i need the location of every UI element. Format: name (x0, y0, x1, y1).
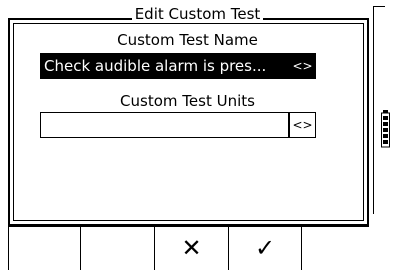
dialog-title: Edit Custom Test (0, 5, 395, 23)
custom-test-name-label: Custom Test Name (117, 31, 258, 49)
custom-test-units-field[interactable] (40, 112, 289, 138)
custom-test-name-nav-button[interactable]: <> (289, 53, 316, 79)
cancel-button[interactable]: ✕ (154, 226, 228, 270)
softkey-2[interactable] (80, 226, 154, 270)
battery-icon (381, 110, 390, 148)
dialog-title-text: Edit Custom Test (131, 5, 264, 23)
confirm-button[interactable]: ✓ (228, 226, 302, 270)
softkey-1[interactable] (8, 226, 80, 270)
custom-test-units-label: Custom Test Units (120, 92, 255, 110)
custom-test-units-nav-button[interactable]: <> (289, 112, 316, 138)
custom-test-name-field[interactable]: Check audible alarm is pres... (40, 53, 289, 79)
close-icon: ✕ (181, 234, 202, 262)
checkmark-icon: ✓ (254, 234, 276, 262)
